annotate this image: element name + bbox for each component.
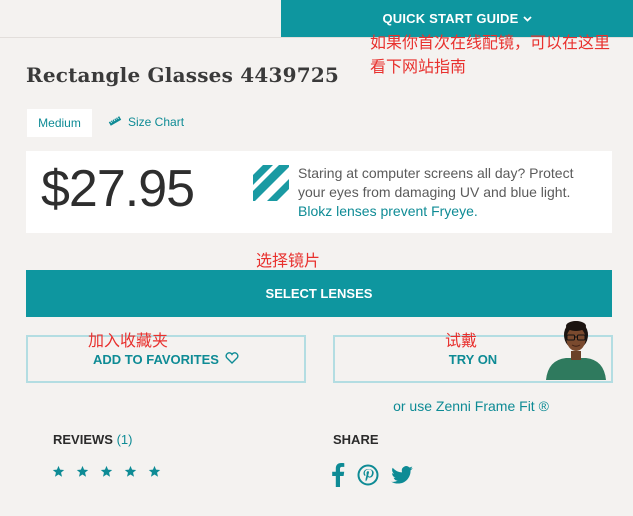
twitter-icon[interactable] [391,466,413,489]
share-icons [331,463,413,492]
blokz-link[interactable]: Blokz lenses prevent Fryeye. [298,203,478,219]
star-icon [100,465,113,483]
share-heading: SHARE [333,432,379,447]
rating-stars [52,465,161,483]
star-icon [124,465,137,483]
facebook-icon[interactable] [331,463,345,492]
reviews-heading[interactable]: REVIEWS (1) [53,432,132,447]
size-badge[interactable]: Medium [27,109,92,137]
star-icon [76,465,89,483]
pinterest-icon[interactable] [357,464,379,491]
frame-fit-link[interactable]: or use Zenni Frame Fit ® [333,398,609,414]
size-chart-link[interactable]: Size Chart [108,115,184,129]
quick-start-label: QUICK START GUIDE [382,11,519,26]
add-to-favorites-label: ADD TO FAVORITES [93,351,219,367]
price: $27.95 [41,160,195,218]
blokz-promo-text: Staring at computer screens all day? Pro… [298,164,598,221]
reviews-count: (1) [116,432,133,447]
chevron-down-icon [522,14,532,25]
blokz-description: Staring at computer screens all day? Pro… [298,165,574,200]
star-icon [52,465,65,483]
annotation-favorites: 加入收藏夹 [88,331,169,350]
try-on-label: TRY ON [448,351,498,367]
blokz-stripes-icon [253,165,289,206]
heart-icon [225,351,239,367]
product-title: Rectangle Glasses 4439725 [26,63,340,87]
select-lenses-button[interactable]: SELECT LENSES [26,270,612,317]
price-card: $27.95 Staring at computer screens all d… [26,151,612,233]
star-icon [148,465,161,483]
try-on-model-avatar [542,318,610,385]
ruler-icon [108,115,122,129]
reviews-label: REVIEWS [53,432,113,447]
annotation-quick-start: 如果你首次在线配镜，可以在这里看下网站指南 [370,33,611,76]
size-chart-label: Size Chart [128,115,185,129]
annotation-try-on: 试戴 [445,331,478,350]
